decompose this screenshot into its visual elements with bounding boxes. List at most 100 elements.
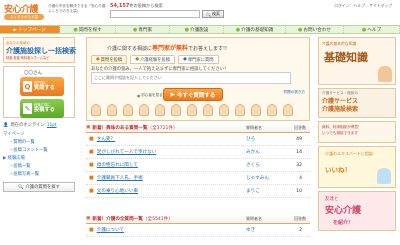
submit-label: 今すぐ質問する bbox=[176, 92, 216, 99]
how-to-write-link[interactable]: 質問の書き方 bbox=[283, 90, 305, 95]
question-user[interactable]: じゃすみん bbox=[246, 175, 269, 181]
banner-small-text: 介護の基本的な知識 bbox=[322, 41, 357, 46]
avatar bbox=[91, 104, 101, 116]
help-icon: ● bbox=[361, 26, 367, 33]
nav-label: 質問を探す bbox=[78, 27, 102, 33]
side-link-mypage[interactable]: マイページ bbox=[3, 131, 75, 137]
find-question-label: 介護の質問を探す bbox=[25, 185, 60, 190]
side-link-posts[interactable]: ・投稿一覧 bbox=[3, 163, 75, 169]
search-input[interactable] bbox=[110, 10, 200, 18]
nav-label: ヘルプ bbox=[367, 27, 382, 33]
all-question-list: ▣ 新着！介護の全質問一覧 （全5541件） 質問者名 回答数 ■ 介護について ゆ… bbox=[86, 214, 310, 237]
banner-small-text: 友達と bbox=[325, 197, 339, 202]
top-link-help[interactable]: ヘルプ bbox=[354, 3, 365, 8]
table-row[interactable]: ■ せん妄？ ひろ 49 bbox=[86, 133, 310, 146]
tab-ask-expert[interactable]: ● 専門家に質問 bbox=[178, 55, 219, 64]
answer-count: 2 bbox=[299, 227, 302, 233]
question-user[interactable]: まりこ bbox=[246, 188, 260, 194]
submit-question-button[interactable]: ▶ 今すぐ質問する bbox=[163, 88, 223, 101]
nav-label: 介護の基礎知識 bbox=[241, 27, 274, 33]
nav-find-question[interactable]: ● 質問を探す bbox=[60, 26, 116, 33]
question-title[interactable]: 父の乗り心地いい車 bbox=[97, 188, 138, 194]
tab-post-question[interactable]: ● 質問を投稿 bbox=[91, 55, 128, 64]
question-user[interactable]: さくら bbox=[246, 162, 260, 168]
table-row[interactable]: ■ 介護職員下人氏、手術 じゃすみん 4 bbox=[86, 172, 310, 185]
search-area: 54,157件の投稿から検索 🔍 検索 bbox=[110, 3, 240, 21]
question-textarea[interactable] bbox=[91, 72, 291, 84]
post-experience-button[interactable]: ✎ 経験広場に 投稿する bbox=[20, 99, 64, 118]
question-title[interactable]: 母の物忘れに関して bbox=[97, 162, 138, 168]
expert-banner[interactable]: 介護のエキスパートに相談 いいね！ bbox=[318, 146, 396, 188]
side-link-questions[interactable]: ・質問の一覧 bbox=[3, 139, 75, 145]
q-icon: Q bbox=[23, 81, 32, 92]
avatar bbox=[123, 104, 133, 116]
nav-facility[interactable]: ● 介護施設 bbox=[170, 26, 224, 33]
question-user[interactable]: みかん bbox=[246, 149, 260, 155]
tab-label: 専門家に質問 bbox=[187, 57, 214, 63]
banner-small-text: 介護のエキスパートに相談 bbox=[325, 151, 373, 156]
invite-friend-banner[interactable]: 友達と 安心介護 を紹介！ bbox=[318, 191, 396, 231]
search-button-label: 検索 bbox=[211, 11, 220, 16]
beginner-link[interactable]: ● 初心者を見る bbox=[137, 93, 163, 98]
answer-count: 14 bbox=[296, 149, 302, 155]
beginner-label: 初心者を見る bbox=[141, 93, 163, 97]
nav-expert[interactable]: ● 専門家 bbox=[116, 26, 170, 33]
top-link-sitemap[interactable]: サイトマップ bbox=[369, 3, 392, 8]
question-title[interactable]: 介護職員下人氏、手術 bbox=[97, 175, 143, 181]
nav-contact[interactable]: ● お問い合わせ bbox=[286, 26, 344, 33]
search-button[interactable]: 🔍 検索 bbox=[202, 10, 224, 18]
table-row[interactable]: ■ 父の乗り心地いい車 まりこ 10 bbox=[86, 185, 310, 198]
character-illustration bbox=[377, 168, 391, 184]
online-count[interactable]: 11pt bbox=[47, 123, 57, 128]
post-count-number: 54,157 bbox=[110, 3, 130, 9]
question-user[interactable]: ゆき bbox=[246, 227, 255, 233]
banner-desc: 特養 老健 有料老人ホームなど bbox=[6, 56, 50, 60]
banner-title: 基礎知識 bbox=[324, 51, 368, 64]
side-link-photos[interactable]: ・投稿写真一覧 bbox=[3, 171, 75, 177]
book-icon: ● bbox=[235, 26, 241, 33]
tab-post-experience[interactable]: ● 介護経験を投稿 bbox=[130, 55, 176, 64]
chevron-right-icon: ▶ bbox=[170, 91, 175, 98]
nav-help[interactable]: ● ヘルプ bbox=[344, 26, 400, 33]
basic-knowledge-banner[interactable]: 介護の基本的な知識 基礎知識 bbox=[318, 37, 396, 85]
col-user: 質問者名 bbox=[246, 215, 262, 221]
avatar bbox=[283, 104, 293, 116]
avatar bbox=[267, 104, 277, 116]
ask-expert-button[interactable]: Q 専門家に 質問する bbox=[20, 77, 64, 96]
avatar bbox=[187, 104, 197, 116]
list-count: （全5541件） bbox=[142, 216, 173, 222]
top-link-login[interactable]: ログイン bbox=[334, 3, 349, 8]
expert-icon: ● bbox=[183, 57, 187, 62]
side-link-comments[interactable]: ・投稿コメント一覧 bbox=[3, 147, 75, 153]
avatar bbox=[139, 104, 149, 116]
question-title[interactable]: せん妄？ bbox=[97, 136, 115, 142]
nav-label: 介護施設 bbox=[189, 27, 209, 33]
ask-btn-label: 質問する bbox=[34, 85, 55, 91]
answer-count: 32 bbox=[296, 162, 302, 168]
question-icon: ■ bbox=[89, 162, 94, 168]
character-illustration bbox=[378, 66, 392, 82]
ask-headline: 介護に関する相談に専門家が無料でお答えします!! bbox=[107, 43, 227, 52]
member-box: 〇〇さん Q 専門家に 質問する ✎ 経験広場に 投稿する bbox=[3, 66, 75, 118]
nav-knowledge[interactable]: ● 介護の基礎知識 bbox=[224, 26, 286, 33]
answer-count: 4 bbox=[299, 175, 302, 181]
side-link-experience[interactable]: ▶ 経験広場 bbox=[3, 155, 75, 161]
find-question-button[interactable]: 🔍 介護の質問を探す bbox=[3, 182, 75, 192]
table-row[interactable]: ■ 母の物忘れに関して さくら 32 bbox=[86, 159, 310, 172]
avatar bbox=[203, 104, 213, 116]
answer-count: 49 bbox=[296, 136, 302, 142]
facility-search-banner[interactable]: あなたの地域の 介護施設探し一括検索 特養 老健 有料老人ホームなど bbox=[3, 37, 76, 63]
question-user[interactable]: ひろ bbox=[246, 136, 255, 142]
online-label: 現在のオンライン bbox=[10, 123, 45, 128]
question-title[interactable]: 足がしびれて一人で歩けない bbox=[97, 149, 157, 155]
question-title[interactable]: 介護について bbox=[97, 227, 124, 233]
service-search-banner[interactable]: 介護サービス・施設の 介護サービス 介護施設検索 bbox=[318, 88, 396, 118]
top-links: ログイン ヘルプ サイトマップ bbox=[331, 3, 392, 9]
avatar bbox=[235, 104, 245, 116]
site-logo[interactable]: 安心介護 ふくろうのちえ袋 bbox=[4, 2, 44, 22]
consult-banner[interactable]: 無料、利用相談が得意！ いつでも相談できます bbox=[318, 121, 396, 143]
col-answers: 回答数 bbox=[294, 124, 306, 130]
table-row[interactable]: ■ 足がしびれて一人で歩けない みかん 14 bbox=[86, 146, 310, 159]
table-row[interactable]: ■ 介護について ゆき 2 bbox=[86, 224, 310, 237]
nav-top[interactable]: ► トップページ bbox=[0, 26, 60, 33]
